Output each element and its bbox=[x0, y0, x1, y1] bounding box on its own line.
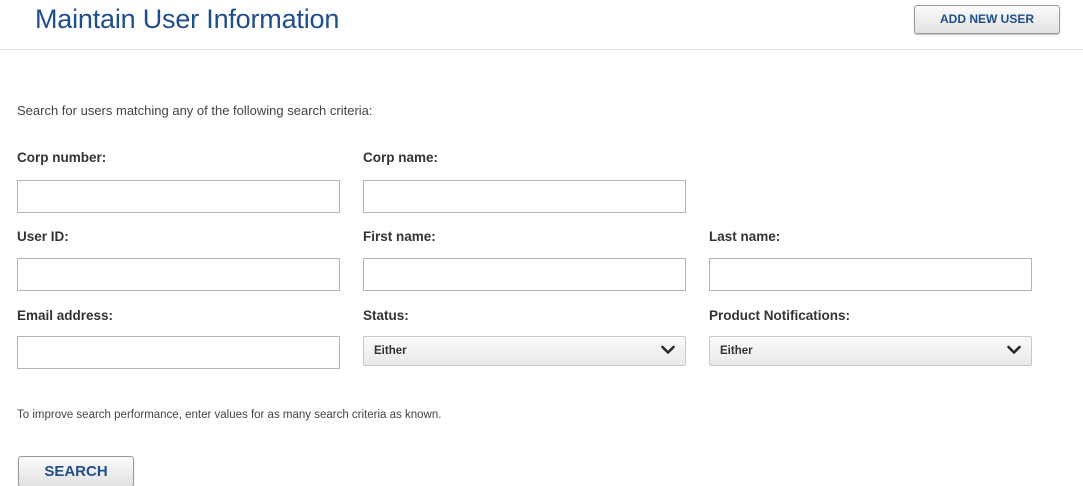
email-address-label: Email address: bbox=[17, 308, 114, 323]
corp-number-label: Corp number: bbox=[17, 150, 107, 165]
search-button[interactable]: SEARCH bbox=[18, 456, 134, 486]
corp-number-input[interactable] bbox=[17, 180, 340, 213]
product-notifications-selected-value: Either bbox=[720, 345, 753, 357]
page-header: Maintain User Information ADD NEW USER bbox=[0, 0, 1083, 50]
last-name-label: Last name: bbox=[709, 229, 781, 244]
page-title: Maintain User Information bbox=[35, 4, 340, 34]
first-name-input[interactable] bbox=[363, 258, 686, 291]
product-notifications-label: Product Notifications: bbox=[709, 308, 850, 323]
status-selected-value: Either bbox=[374, 345, 407, 357]
corp-name-input[interactable] bbox=[363, 180, 686, 213]
search-instructions: Search for users matching any of the fol… bbox=[17, 103, 373, 118]
user-id-label: User ID: bbox=[17, 229, 69, 244]
product-notifications-select[interactable]: Either bbox=[709, 336, 1032, 366]
first-name-label: First name: bbox=[363, 229, 436, 244]
search-performance-hint: To improve search performance, enter val… bbox=[17, 409, 442, 421]
add-new-user-button[interactable]: ADD NEW USER bbox=[914, 5, 1060, 34]
user-id-input[interactable] bbox=[17, 258, 340, 291]
corp-name-label: Corp name: bbox=[363, 150, 439, 165]
last-name-input[interactable] bbox=[709, 258, 1032, 291]
status-select[interactable]: Either bbox=[363, 336, 686, 366]
chevron-down-icon bbox=[661, 345, 675, 354]
chevron-down-icon bbox=[1007, 345, 1021, 354]
status-label: Status: bbox=[363, 308, 409, 323]
email-address-input[interactable] bbox=[17, 336, 340, 369]
